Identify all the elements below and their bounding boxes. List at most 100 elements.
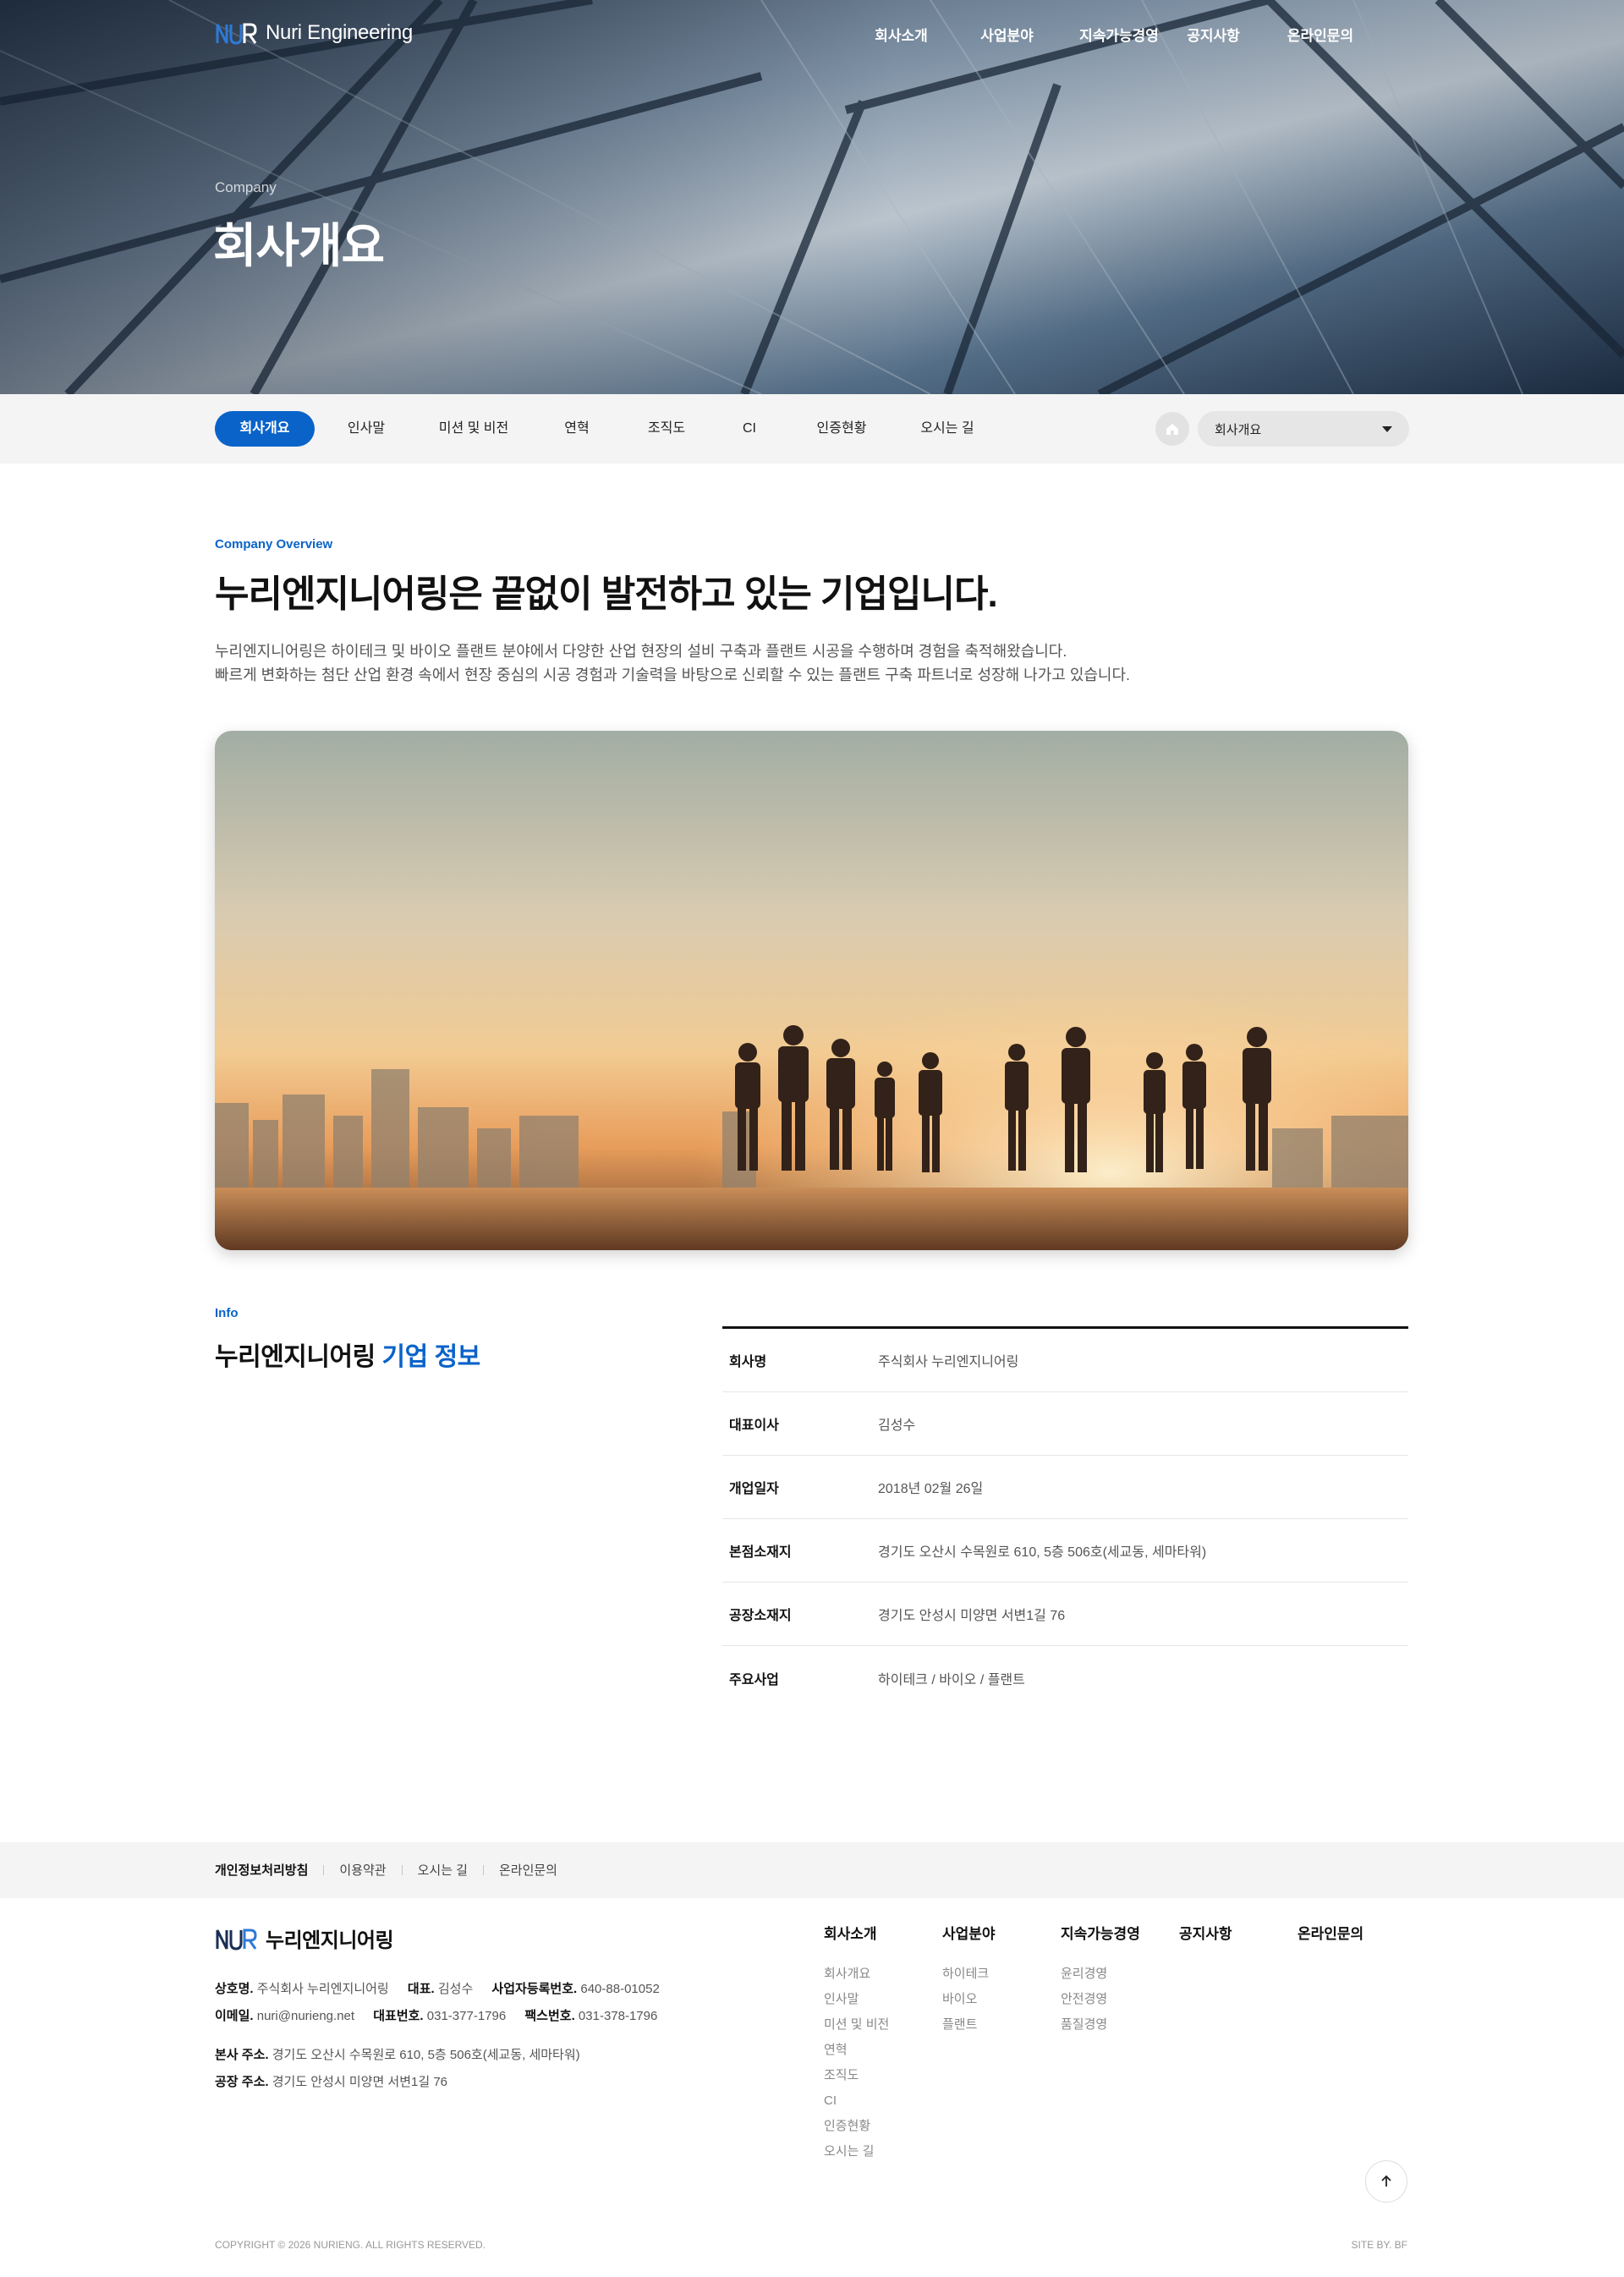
privacy-policy-link[interactable]: 개인정보처리방침 (215, 1861, 308, 1879)
overview-section: Company Overview 누리엔지니어링은 끝없이 발전하고 있는 기업… (0, 464, 1624, 1250)
ceo-value: 김성수 (437, 1982, 474, 1996)
table-row: 회사명 주식회사 누리엔지니어링 (722, 1329, 1408, 1392)
company-value: 주식회사 누리엔지니어링 (256, 1982, 389, 1996)
tab-mission-vision[interactable]: 미션 및 비전 (418, 411, 529, 447)
row-label: 본점소재지 (729, 1545, 792, 1560)
page-select-dropdown[interactable]: 회사개요 (1198, 411, 1409, 447)
hero-banner: Nuri Engineering 회사소개 사업분야 지속가능경영 공지사항 온… (0, 0, 1624, 394)
tab-organization[interactable]: 조직도 (624, 411, 709, 447)
nav-item-notice[interactable]: 공지사항 (1169, 24, 1258, 45)
sitemap-link[interactable]: CI (824, 2088, 942, 2114)
footer-info-line-1: 상호명. 주식회사 누리엔지니어링 대표. 김성수 사업자등록번호. 640-8… (215, 1976, 660, 2003)
row-label: 대표이사 (729, 1418, 779, 1433)
sitemap-link[interactable]: 바이오 (942, 1987, 1061, 2012)
row-label: 주요사업 (729, 1672, 779, 1687)
sitemap-link[interactable]: 하이테크 (942, 1962, 1061, 1987)
row-value: 경기도 안성시 미양면 서변1길 76 (878, 1609, 1066, 1623)
hero-subtitle: Company (215, 179, 277, 195)
footer-info-line-4: 공장 주소. 경기도 안성시 미양면 서변1길 76 (215, 2069, 660, 2096)
sitemap-title[interactable]: 회사소개 (824, 1922, 942, 1943)
directions-link[interactable]: 오시는 길 (418, 1861, 468, 1879)
footer-links: 개인정보처리방침 이용약관 오시는 길 온라인문의 (215, 1861, 557, 1879)
sitemap-column-notice: 공지사항 (1179, 1922, 1298, 2165)
row-value: 김성수 (878, 1418, 916, 1433)
main-nav: 회사소개 사업분야 지속가능경영 공지사항 온라인문의 (858, 24, 1383, 45)
footer-info-line-2: 이메일. nuri@nurieng.net 대표번호. 031-377-1796… (215, 2003, 660, 2030)
nav-item-business[interactable]: 사업분야 (945, 24, 1069, 45)
home-button[interactable] (1155, 412, 1189, 446)
footer-info-line-3: 본사 주소. 경기도 오산시 수목원로 610, 5층 506호(세교동, 세마… (215, 2042, 660, 2069)
row-value: 경기도 오산시 수목원로 610, 5층 506호(세교동, 세마타워) (878, 1545, 1207, 1560)
info-eyebrow: Info (215, 1306, 239, 1320)
tel-value: 031-377-1796 (426, 2009, 507, 2023)
sitemap-column-sustainability: 지속가능경영 윤리경영 안전경영 품질경영 (1061, 1922, 1179, 2165)
table-row: 개업일자 2018년 02월 26일 (722, 1456, 1408, 1519)
logo-text: Nuri Engineering (266, 21, 413, 44)
tab-directions[interactable]: 오시는 길 (893, 411, 1001, 447)
sitemap-title[interactable]: 사업분야 (942, 1922, 1061, 1943)
sitemap-link[interactable]: 윤리경영 (1061, 1962, 1179, 1987)
terms-link[interactable]: 이용약관 (339, 1861, 386, 1879)
site-footer: 누리엔지니어링 상호명. 주식회사 누리엔지니어링 대표. 김성수 사업자등록번… (0, 1898, 1624, 2269)
tab-certification[interactable]: 인증현황 (790, 411, 893, 447)
nav-item-sustainability[interactable]: 지속가능경영 (1069, 24, 1169, 45)
row-value: 하이테크 / 바이오 / 플랜트 (878, 1672, 1025, 1687)
company-info-table: 회사명 주식회사 누리엔지니어링 대표이사 김성수 개업일자 2018년 02월… (722, 1326, 1408, 1709)
sitemap-link[interactable]: 회사개요 (824, 1962, 942, 1987)
email-value: nuri@nurieng.net (256, 2009, 355, 2023)
inquiry-link[interactable]: 온라인문의 (499, 1861, 557, 1879)
sitemap-link[interactable]: 안전경영 (1061, 1987, 1179, 2012)
site-logo[interactable]: Nuri Engineering (215, 20, 413, 46)
sitemap-title[interactable]: 온라인문의 (1298, 1922, 1416, 1943)
sitemap-column-company: 회사소개 회사개요 인사말 미션 및 비전 연혁 조직도 CI 인증현황 오시는… (824, 1922, 942, 2165)
sitemap-link[interactable]: 인증현황 (824, 2114, 942, 2139)
home-icon (1166, 424, 1178, 435)
email-label: 이메일. (215, 2009, 254, 2023)
arrow-up-icon (1381, 2175, 1391, 2186)
tab-ci[interactable]: CI (709, 411, 790, 447)
footer-logo[interactable]: 누리엔지니어링 (215, 1923, 394, 1953)
sitemap-link[interactable]: 인사말 (824, 1987, 942, 2012)
hq-address-value: 경기도 오산시 수목원로 610, 5층 506호(세교동, 세마타워) (272, 2048, 580, 2062)
nuri-logo-icon (216, 1929, 257, 1951)
overview-description: 누리엔지니어링은 하이테크 및 바이오 플랜트 분야에서 다양한 산업 현장의 … (215, 639, 1624, 687)
caret-down-icon (1382, 425, 1392, 432)
sitemap-link[interactable]: 조직도 (824, 2063, 942, 2088)
scroll-top-button[interactable] (1365, 2160, 1407, 2203)
info-title-main: 누리엔지니어링 (215, 1343, 376, 1371)
table-row: 주요사업 하이테크 / 바이오 / 플랜트 (722, 1646, 1408, 1709)
tab-history[interactable]: 연혁 (529, 411, 624, 447)
nav-item-company[interactable]: 회사소개 (858, 24, 945, 45)
tab-overview[interactable]: 회사개요 (215, 411, 315, 447)
nuri-logo-icon (216, 23, 257, 45)
sitemap-link[interactable]: 연혁 (824, 2038, 942, 2063)
sitemap-column-business: 사업분야 하이테크 바이오 플랜트 (942, 1922, 1061, 2165)
company-info-section: Info 누리엔지니어링 기업 정보 회사명 주식회사 누리엔지니어링 대표이사… (0, 1250, 1624, 1842)
company-label: 상호명. (215, 1982, 254, 1996)
info-heading: Info 누리엔지니어링 기업 정보 (215, 1306, 480, 1373)
row-label: 회사명 (729, 1355, 767, 1369)
table-row: 공장소재지 경기도 안성시 미양면 서변1길 76 (722, 1583, 1408, 1646)
table-row: 대표이사 김성수 (722, 1392, 1408, 1456)
ceo-label: 대표. (407, 1982, 435, 1996)
subnav-tabs: 회사개요 인사말 미션 및 비전 연혁 조직도 CI 인증현황 오시는 길 (215, 411, 1001, 447)
row-value: 2018년 02월 26일 (878, 1482, 984, 1496)
footer-company-info: 상호명. 주식회사 누리엔지니어링 대표. 김성수 사업자등록번호. 640-8… (215, 1976, 660, 2096)
footer-logo-text: 누리엔지니어링 (266, 1929, 394, 1952)
row-value: 주식회사 누리엔지니어링 (878, 1355, 1019, 1369)
tab-greeting[interactable]: 인사말 (315, 411, 418, 447)
sitemap-title[interactable]: 공지사항 (1179, 1922, 1298, 1943)
info-title-highlight: 기업 정보 (381, 1343, 481, 1371)
nav-item-inquiry[interactable]: 온라인문의 (1258, 24, 1383, 45)
sitemap-link[interactable]: 플랜트 (942, 2012, 1061, 2038)
table-row: 본점소재지 경기도 오산시 수목원로 610, 5층 506호(세교동, 세마타… (722, 1519, 1408, 1583)
divider (323, 1864, 325, 1875)
sitemap-link[interactable]: 품질경영 (1061, 2012, 1179, 2038)
sitemap-link[interactable]: 오시는 길 (824, 2139, 942, 2165)
sitemap-title[interactable]: 지속가능경영 (1061, 1922, 1179, 1943)
sitemap-link[interactable]: 미션 및 비전 (824, 2012, 942, 2038)
page-title: 회사개요 (213, 219, 385, 272)
row-label: 공장소재지 (729, 1609, 792, 1623)
select-value: 회사개요 (1215, 422, 1262, 437)
overview-desc-line-2: 빠르게 변화하는 첨단 산업 환경 속에서 현장 중심의 시공 경험과 기술력을… (215, 667, 1131, 683)
